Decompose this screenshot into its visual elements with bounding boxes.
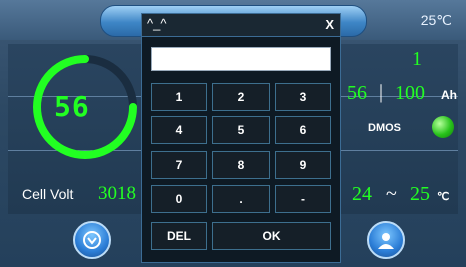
key-4[interactable]: 4 bbox=[151, 116, 207, 144]
cell-volt-value: 3018 bbox=[98, 183, 136, 204]
soc-value: 56 bbox=[54, 90, 90, 123]
temp-separator: ~ bbox=[386, 183, 397, 205]
key-6[interactable]: 6 bbox=[275, 116, 331, 144]
capacity-separator: | bbox=[379, 81, 384, 103]
dmos-label: DMOS bbox=[368, 122, 401, 134]
temp-min: 24 bbox=[352, 183, 372, 205]
key-0[interactable]: 0 bbox=[151, 185, 207, 213]
key-8[interactable]: 8 bbox=[212, 151, 270, 179]
cell-count: 1 bbox=[412, 48, 422, 70]
key-decimal[interactable]: . bbox=[212, 185, 270, 213]
key-5[interactable]: 5 bbox=[212, 116, 270, 144]
capacity-total: 100 bbox=[395, 82, 425, 104]
ok-button[interactable]: OK bbox=[212, 222, 331, 250]
keypad-input[interactable] bbox=[151, 47, 331, 71]
chevron-down-icon bbox=[83, 231, 101, 249]
capacity-unit: Ah bbox=[441, 88, 457, 102]
delete-button[interactable]: DEL bbox=[151, 222, 207, 250]
key-9[interactable]: 9 bbox=[275, 151, 331, 179]
dialog-title-bar: ^_^ X bbox=[142, 14, 340, 37]
user-icon bbox=[378, 233, 394, 249]
key-7[interactable]: 7 bbox=[151, 151, 207, 179]
close-button[interactable]: X bbox=[325, 17, 334, 32]
ambient-temperature: 25℃ bbox=[420, 12, 452, 28]
temp-max: 25 bbox=[410, 183, 430, 205]
numeric-keypad-dialog: ^_^ X 1 2 3 4 5 6 7 8 9 0 . - DEL OK bbox=[141, 13, 341, 263]
key-minus[interactable]: - bbox=[275, 185, 331, 213]
key-3[interactable]: 3 bbox=[275, 83, 331, 111]
back-button[interactable] bbox=[73, 221, 111, 259]
key-2[interactable]: 2 bbox=[212, 83, 270, 111]
dialog-title: ^_^ bbox=[147, 16, 167, 31]
cell-volt-label: Cell Volt bbox=[22, 186, 74, 202]
dmos-status-led bbox=[432, 116, 454, 138]
user-button[interactable] bbox=[367, 221, 405, 259]
key-1[interactable]: 1 bbox=[151, 83, 207, 111]
temp-unit: ℃ bbox=[437, 191, 450, 203]
capacity-remaining: 56 bbox=[347, 82, 367, 104]
